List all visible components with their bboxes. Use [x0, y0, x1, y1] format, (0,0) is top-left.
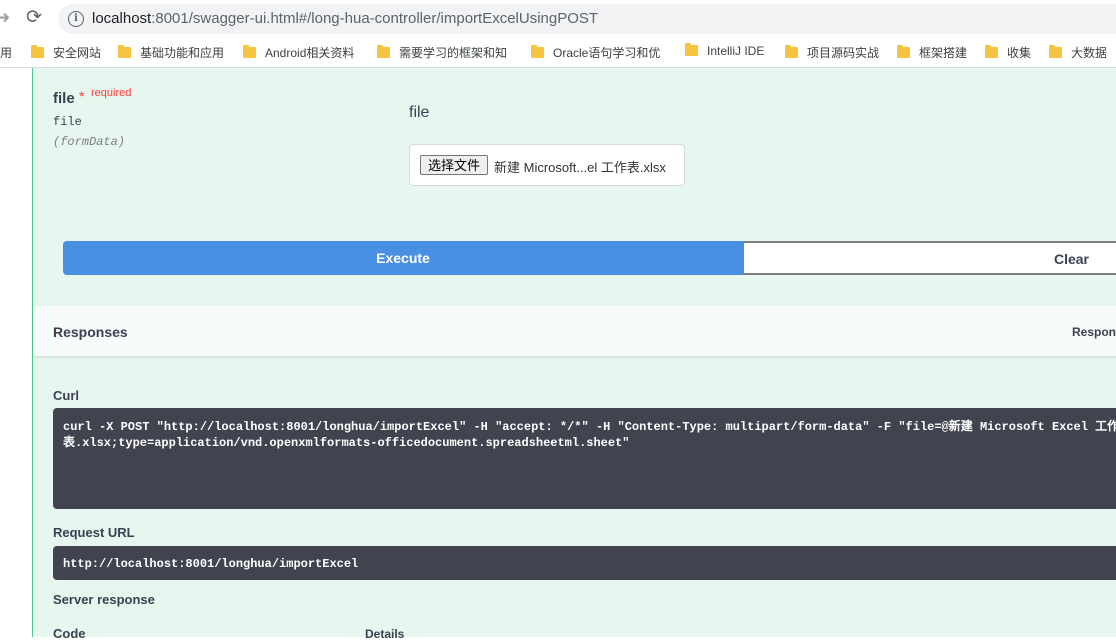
folder-icon — [1049, 45, 1062, 58]
bookmark-folder[interactable]: 收集 — [985, 44, 1031, 62]
bookmark-label: 用 — [0, 46, 13, 60]
execute-button[interactable]: Execute — [63, 241, 743, 275]
bookmark-folder[interactable]: 需要学习的框架和知 — [377, 44, 507, 62]
bookmark-label: 收集 — [1007, 46, 1032, 60]
responses-title: Responses — [53, 324, 128, 340]
clear-button[interactable]: Clear — [743, 241, 1116, 275]
request-url-label: Request URL — [53, 525, 135, 540]
response-content-type-label: Respons — [1072, 325, 1116, 339]
bookmark-label: 大数据 — [1071, 46, 1108, 60]
reload-icon[interactable]: ⟳ — [26, 8, 46, 28]
bookmark-label: Oracle语句学习和优 — [553, 46, 661, 60]
folder-icon — [243, 45, 256, 58]
responses-header: Responses Respons — [33, 306, 1116, 356]
url-path: :8001/swagger-ui.html#/long-hua-controll… — [151, 10, 599, 27]
forward-arrow-icon[interactable]: ➜ — [0, 8, 12, 28]
parameter-in: (formData) — [53, 135, 126, 149]
selected-file-name: 新建 Microsoft...el 工作表.xlsx — [494, 160, 666, 175]
bookmark-folder[interactable]: IntelliJ IDE — [685, 43, 765, 62]
curl-block[interactable]: curl -X POST "http://localhost:8001/long… — [53, 408, 1116, 509]
bookmark-item[interactable]: 用 — [0, 44, 12, 62]
info-icon[interactable]: i — [68, 11, 84, 27]
bookmark-folder[interactable]: 基础功能和应用 — [118, 44, 224, 62]
url-text[interactable]: localhost:8001/swagger-ui.html#/long-hua… — [92, 10, 598, 27]
address-bar[interactable]: i localhost:8001/swagger-ui.html#/long-h… — [58, 4, 1116, 34]
bookmark-folder[interactable]: Android相关资料 — [243, 44, 354, 62]
bookmarks-bar: 用 安全网站 基础功能和应用 Android相关资料 需要学习的框架和知 Ora… — [0, 38, 1116, 68]
bookmark-label: Android相关资料 — [265, 46, 355, 60]
request-url-block[interactable]: http://localhost:8001/longhua/importExce… — [53, 546, 1116, 580]
bookmark-label: 项目源码实战 — [807, 46, 880, 60]
file-input[interactable]: 选择文件 新建 Microsoft...el 工作表.xlsx — [409, 144, 685, 186]
url-host: localhost — [92, 10, 152, 27]
bookmark-folder[interactable]: Oracle语句学习和优 — [531, 44, 660, 62]
browser-toolbar: ➜ ⟳ i localhost:8001/swagger-ui.html#/lo… — [0, 0, 1116, 38]
folder-icon — [897, 45, 910, 58]
folder-icon — [377, 45, 390, 58]
parameter-description: file — [409, 104, 430, 121]
server-response-label: Server response — [53, 592, 155, 607]
curl-command[interactable]: curl -X POST "http://localhost:8001/long… — [63, 419, 1116, 451]
folder-icon — [685, 43, 698, 56]
required-label: required — [91, 87, 132, 99]
folder-icon — [985, 45, 998, 58]
folder-icon — [31, 45, 44, 58]
bookmark-folder[interactable]: 安全网站 — [31, 44, 101, 62]
bookmark-folder[interactable]: 大数据 — [1049, 44, 1107, 62]
clear-label: Clear — [1053, 251, 1089, 267]
request-url[interactable]: http://localhost:8001/longhua/importExce… — [63, 557, 358, 571]
folder-icon — [118, 45, 131, 58]
code-column-header: Code — [53, 626, 86, 641]
bookmark-label: 安全网站 — [53, 46, 102, 60]
bookmark-label: IntelliJ IDE — [707, 44, 765, 58]
required-star: * — [79, 88, 85, 104]
swagger-page: file * required file (formData) file 选择文… — [0, 68, 1116, 641]
parameter-name: file — [53, 90, 75, 107]
bookmark-label: 框架搭建 — [919, 46, 968, 60]
parameter-type: file — [53, 115, 82, 129]
folder-icon — [531, 45, 544, 58]
bookmark-label: 基础功能和应用 — [140, 46, 225, 60]
bookmark-folder[interactable]: 项目源码实战 — [785, 44, 879, 62]
choose-file-button[interactable]: 选择文件 — [420, 155, 489, 175]
details-column-header: Details — [365, 627, 405, 641]
curl-label: Curl — [53, 388, 79, 403]
operation-block: file * required file (formData) file 选择文… — [32, 68, 1116, 641]
folder-icon — [785, 45, 798, 58]
bookmark-label: 需要学习的框架和知 — [399, 46, 508, 60]
bookmark-folder[interactable]: 框架搭建 — [897, 44, 967, 62]
